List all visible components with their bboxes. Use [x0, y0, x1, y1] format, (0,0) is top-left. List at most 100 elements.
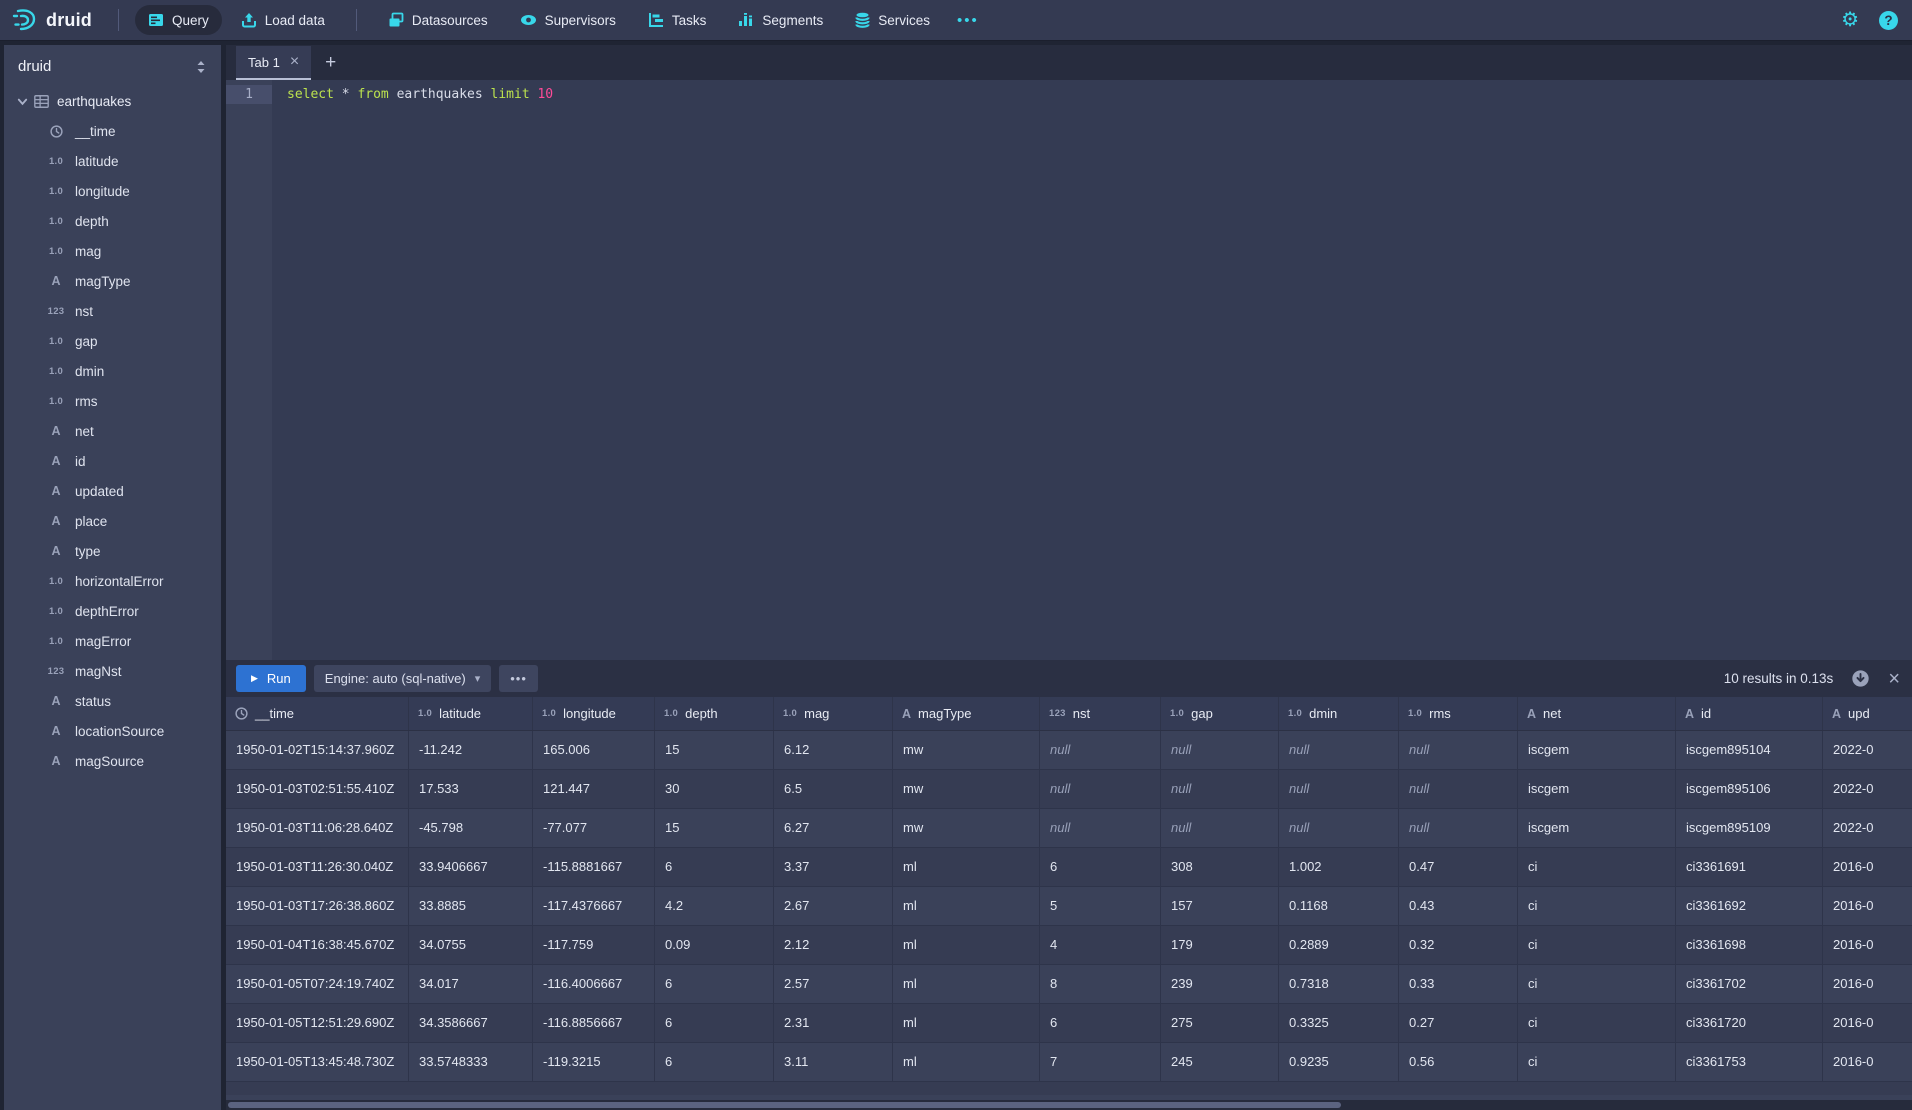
- table-cell[interactable]: 165.006: [533, 731, 655, 769]
- table-cell[interactable]: 1950-01-03T11:26:30.040Z: [226, 848, 409, 886]
- table-cell[interactable]: 5: [1040, 887, 1161, 925]
- table-cell[interactable]: 34.0755: [409, 926, 533, 964]
- table-cell[interactable]: 121.447: [533, 770, 655, 808]
- table-cell[interactable]: 6: [655, 1043, 774, 1081]
- tree-column-rms[interactable]: 1.0rms: [4, 386, 221, 416]
- table-cell[interactable]: 6: [655, 848, 774, 886]
- tree-column-type[interactable]: Atype: [4, 536, 221, 566]
- table-cell[interactable]: 2.57: [774, 965, 893, 1003]
- table-cell[interactable]: ml: [893, 848, 1040, 886]
- table-cell[interactable]: -115.8881667: [533, 848, 655, 886]
- query-more-button[interactable]: •••: [499, 665, 538, 692]
- table-cell[interactable]: 6.27: [774, 809, 893, 847]
- table-cell[interactable]: mw: [893, 809, 1040, 847]
- table-cell[interactable]: -11.242: [409, 731, 533, 769]
- table-cell[interactable]: 2016-0: [1823, 848, 1912, 886]
- table-cell[interactable]: 2016-0: [1823, 965, 1912, 1003]
- table-cell[interactable]: 1950-01-03T02:51:55.410Z: [226, 770, 409, 808]
- table-cell[interactable]: 2016-0: [1823, 887, 1912, 925]
- table-cell[interactable]: ml: [893, 1043, 1040, 1081]
- table-cell[interactable]: 3.37: [774, 848, 893, 886]
- table-cell[interactable]: 0.09: [655, 926, 774, 964]
- table-cell[interactable]: 0.3325: [1279, 1004, 1399, 1042]
- tree-column-updated[interactable]: Aupdated: [4, 476, 221, 506]
- tree-column-depthError[interactable]: 1.0depthError: [4, 596, 221, 626]
- tree-column-status[interactable]: Astatus: [4, 686, 221, 716]
- tree-column-place[interactable]: Aplace: [4, 506, 221, 536]
- table-cell[interactable]: iscgem895104: [1676, 731, 1823, 769]
- results-header-nst[interactable]: 123nst: [1040, 697, 1161, 730]
- tree-table-earthquakes[interactable]: earthquakes: [4, 86, 221, 116]
- table-cell[interactable]: 0.27: [1399, 1004, 1518, 1042]
- tree-column-id[interactable]: Aid: [4, 446, 221, 476]
- results-header-dmin[interactable]: 1.0dmin: [1279, 697, 1399, 730]
- table-cell[interactable]: 157: [1161, 887, 1279, 925]
- table-cell[interactable]: -116.4006667: [533, 965, 655, 1003]
- druid-brand[interactable]: druid: [12, 7, 92, 33]
- table-cell[interactable]: 245: [1161, 1043, 1279, 1081]
- nav-item-load-data[interactable]: Load data: [228, 5, 338, 35]
- results-header-__time[interactable]: __time: [226, 697, 409, 730]
- table-cell[interactable]: 6: [655, 1004, 774, 1042]
- table-cell[interactable]: 2022-0: [1823, 809, 1912, 847]
- table-cell[interactable]: null: [1040, 809, 1161, 847]
- nav-item-tasks[interactable]: Tasks: [635, 5, 720, 35]
- results-header-id[interactable]: Aid: [1676, 697, 1823, 730]
- editor-code[interactable]: select * from earthquakes limit 10: [272, 80, 1912, 660]
- table-cell[interactable]: ci3361753: [1676, 1043, 1823, 1081]
- add-tab-button[interactable]: +: [311, 45, 350, 80]
- table-cell[interactable]: 275: [1161, 1004, 1279, 1042]
- table-cell[interactable]: 33.9406667: [409, 848, 533, 886]
- table-cell[interactable]: iscgem895109: [1676, 809, 1823, 847]
- download-results-icon[interactable]: [1851, 669, 1870, 688]
- table-cell[interactable]: 3.11: [774, 1043, 893, 1081]
- table-cell[interactable]: iscgem: [1518, 731, 1676, 769]
- table-cell[interactable]: ci: [1518, 1043, 1676, 1081]
- table-cell[interactable]: null: [1161, 770, 1279, 808]
- table-cell[interactable]: null: [1279, 770, 1399, 808]
- table-cell[interactable]: 15: [655, 731, 774, 769]
- table-cell[interactable]: 33.5748333: [409, 1043, 533, 1081]
- table-cell[interactable]: 2.12: [774, 926, 893, 964]
- tree-column-latitude[interactable]: 1.0latitude: [4, 146, 221, 176]
- tree-column-depth[interactable]: 1.0depth: [4, 206, 221, 236]
- table-cell[interactable]: ci: [1518, 1004, 1676, 1042]
- results-header-magType[interactable]: AmagType: [893, 697, 1040, 730]
- horizontal-scrollbar[interactable]: [226, 1100, 1912, 1110]
- table-cell[interactable]: ml: [893, 887, 1040, 925]
- tree-column-magSource[interactable]: AmagSource: [4, 746, 221, 776]
- table-cell[interactable]: 1950-01-03T17:26:38.860Z: [226, 887, 409, 925]
- results-header-rms[interactable]: 1.0rms: [1399, 697, 1518, 730]
- table-cell[interactable]: -77.077: [533, 809, 655, 847]
- help-icon[interactable]: ?: [1879, 11, 1898, 30]
- table-cell[interactable]: ci3361692: [1676, 887, 1823, 925]
- table-cell[interactable]: 4.2: [655, 887, 774, 925]
- tree-column-__time[interactable]: __time: [4, 116, 221, 146]
- table-cell[interactable]: 0.33: [1399, 965, 1518, 1003]
- table-cell[interactable]: ml: [893, 926, 1040, 964]
- table-cell[interactable]: null: [1399, 731, 1518, 769]
- nav-item-segments[interactable]: Segments: [725, 5, 836, 35]
- tree-column-dmin[interactable]: 1.0dmin: [4, 356, 221, 386]
- table-cell[interactable]: 1950-01-05T07:24:19.740Z: [226, 965, 409, 1003]
- table-cell[interactable]: iscgem: [1518, 809, 1676, 847]
- tree-column-horizontalError[interactable]: 1.0horizontalError: [4, 566, 221, 596]
- nav-item-services[interactable]: Services: [842, 5, 943, 35]
- table-cell[interactable]: 2.31: [774, 1004, 893, 1042]
- table-cell[interactable]: null: [1161, 809, 1279, 847]
- tree-column-magNst[interactable]: 123magNst: [4, 656, 221, 686]
- table-cell[interactable]: 15: [655, 809, 774, 847]
- table-cell[interactable]: iscgem: [1518, 770, 1676, 808]
- table-cell[interactable]: ml: [893, 965, 1040, 1003]
- table-cell[interactable]: 34.017: [409, 965, 533, 1003]
- tab-close-icon[interactable]: ×: [290, 54, 299, 70]
- table-cell[interactable]: mw: [893, 770, 1040, 808]
- table-cell[interactable]: ci: [1518, 965, 1676, 1003]
- table-cell[interactable]: -117.4376667: [533, 887, 655, 925]
- table-cell[interactable]: 6.12: [774, 731, 893, 769]
- table-cell[interactable]: 0.1168: [1279, 887, 1399, 925]
- table-cell[interactable]: 0.47: [1399, 848, 1518, 886]
- table-cell[interactable]: 1950-01-05T13:45:48.730Z: [226, 1043, 409, 1081]
- table-cell[interactable]: 179: [1161, 926, 1279, 964]
- table-cell[interactable]: 1950-01-03T11:06:28.640Z: [226, 809, 409, 847]
